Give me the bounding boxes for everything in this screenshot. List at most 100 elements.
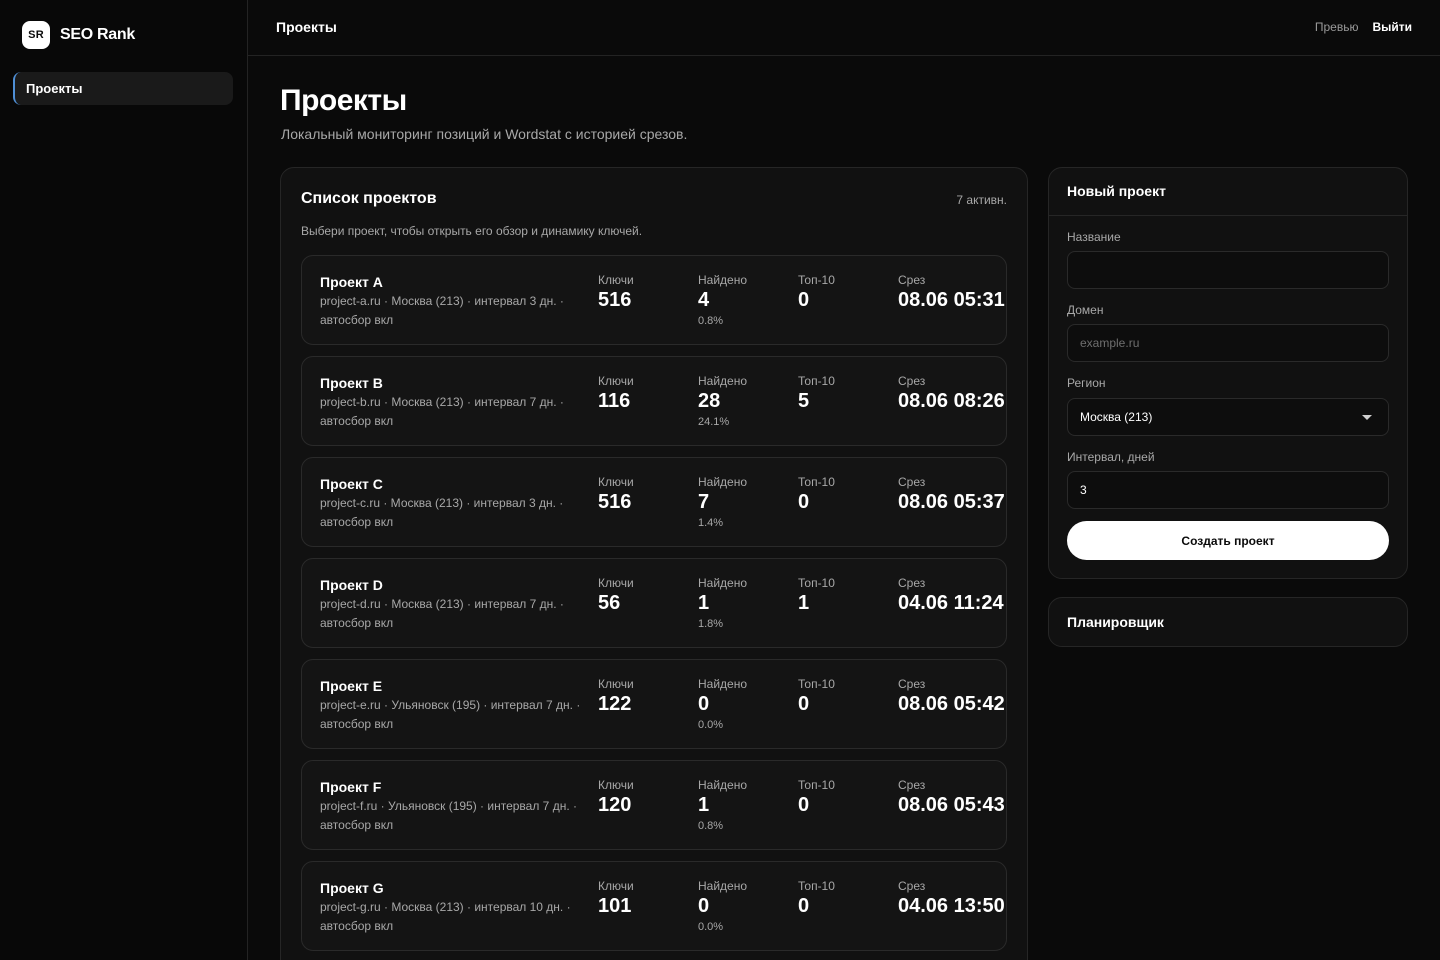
keys-value: 120 <box>598 794 632 816</box>
region-select[interactable]: Москва (213) <box>1067 398 1389 436</box>
found-percent: 0.8% <box>698 820 724 832</box>
keys-stat: Ключи 516 <box>598 475 634 514</box>
project-name: Проект E <box>320 678 383 694</box>
keys-value: 101 <box>598 895 632 917</box>
project-list: Проект A project-a.ru · Москва (213) · ин… <box>301 255 1007 960</box>
preview-link[interactable]: Превью <box>1315 20 1359 34</box>
found-label: Найдено <box>698 778 748 792</box>
brand[interactable]: SR SEO Rank <box>22 21 135 49</box>
project-card[interactable]: Проект C project-c.ru · Москва (213) · ин… <box>301 457 1007 547</box>
top10-stat: Топ-10 0 <box>798 273 835 312</box>
top10-value: 0 <box>798 289 810 311</box>
project-card[interactable]: Проект E project-e.ru · Ульяновск (195) ·… <box>301 659 1007 749</box>
top10-value: 5 <box>798 390 810 412</box>
found-stat: Найдено 1 1.8% <box>698 576 747 631</box>
top10-stat: Топ-10 0 <box>798 879 835 918</box>
top10-stat: Топ-10 0 <box>798 677 835 716</box>
project-meta: project-b.ru · Москва (213) · интервал 7… <box>320 395 564 428</box>
name-label: Название <box>1067 230 1121 244</box>
top10-label: Топ-10 <box>798 374 835 388</box>
keys-stat: Ключи 516 <box>598 273 634 312</box>
project-card[interactable]: Проект B project-b.ru · Москва (213) · ин… <box>301 356 1007 446</box>
project-card[interactable]: Проект A project-a.ru · Москва (213) · ин… <box>301 255 1007 345</box>
cut-label: Срез <box>898 677 926 691</box>
project-name: Проект F <box>320 779 382 795</box>
top10-stat: Топ-10 1 <box>798 576 835 615</box>
projects-panel: Список проектов 7 активн. Выбери проект,… <box>280 167 1028 960</box>
top10-stat: Топ-10 5 <box>798 374 835 413</box>
cut-label: Срез <box>898 273 926 287</box>
new-project-panel: Новый проект Название Домен Регион Москв… <box>1048 167 1408 579</box>
project-meta: project-c.ru · Москва (213) · интервал 3… <box>320 496 564 529</box>
found-stat: Найдено 7 1.4% <box>698 475 747 530</box>
cut-stat: Срез 08.06 08:26 <box>898 374 1005 413</box>
brand-name: SEO Rank <box>60 26 135 43</box>
cut-stat: Срез 08.06 05:31 <box>898 273 1005 312</box>
project-name: Проект C <box>320 476 383 492</box>
cut-value: 08.06 05:37 <box>898 491 1005 513</box>
cut-label: Срез <box>898 475 926 489</box>
found-value: 7 <box>698 491 710 513</box>
top10-label: Топ-10 <box>798 879 835 893</box>
top10-label: Топ-10 <box>798 273 835 287</box>
found-percent: 24.1% <box>698 416 730 428</box>
keys-label: Ключи <box>598 778 634 792</box>
found-stat: Найдено 0 0.0% <box>698 677 747 732</box>
project-meta: project-f.ru · Ульяновск (195) · интерва… <box>320 799 577 832</box>
project-meta: project-a.ru · Москва (213) · интервал 3… <box>320 294 564 327</box>
domain-field[interactable] <box>1067 324 1389 362</box>
found-value: 28 <box>698 390 721 412</box>
region-label: Регион <box>1067 376 1106 390</box>
found-percent: 0.0% <box>698 719 724 731</box>
keys-value: 516 <box>598 491 632 513</box>
project-meta: project-g.ru · Москва (213) · интервал 1… <box>320 900 571 933</box>
region-select-value: Москва (213) <box>1080 410 1153 424</box>
found-label: Найдено <box>698 576 748 590</box>
top10-value: 1 <box>798 592 810 614</box>
top10-stat: Топ-10 0 <box>798 778 835 817</box>
scheduler-panel[interactable]: Планировщик <box>1048 597 1408 647</box>
active-count: 7 активн. <box>956 193 1007 207</box>
keys-value: 116 <box>598 390 631 412</box>
name-field[interactable] <box>1067 251 1389 289</box>
projects-panel-title: Список проектов <box>301 190 437 207</box>
top10-stat: Топ-10 0 <box>798 475 835 514</box>
project-name: Проект B <box>320 375 383 391</box>
found-value: 1 <box>698 592 710 614</box>
keys-label: Ключи <box>598 879 634 893</box>
found-stat: Найдено 28 24.1% <box>698 374 747 429</box>
cut-value: 08.06 05:42 <box>898 693 1005 715</box>
found-label: Найдено <box>698 273 748 287</box>
project-card[interactable]: Проект F project-f.ru · Ульяновск (195) ·… <box>301 760 1007 850</box>
keys-label: Ключи <box>598 576 634 590</box>
sidebar-item-projects[interactable]: Проекты <box>13 72 233 105</box>
logout-link[interactable]: Выйти <box>1372 20 1412 34</box>
scheduler-title: Планировщик <box>1067 614 1164 630</box>
cut-label: Срез <box>898 576 926 590</box>
found-percent: 1.8% <box>698 618 724 630</box>
cut-stat: Срез 08.06 05:42 <box>898 677 1005 716</box>
project-name: Проект G <box>320 880 384 896</box>
create-project-button[interactable]: Создать проект <box>1067 521 1389 560</box>
found-value: 4 <box>698 289 710 311</box>
found-percent: 1.4% <box>698 517 724 529</box>
projects-hint: Выбери проект, чтобы открыть его обзор и… <box>301 224 643 238</box>
project-name: Проект A <box>320 274 383 290</box>
sidebar: SR SEO Rank Проекты <box>0 0 248 960</box>
page-subtitle: Локальный мониторинг позиций и Wordstat … <box>281 126 688 142</box>
topbar: Проекты Превью Выйти <box>248 0 1440 56</box>
project-card[interactable]: Проект G project-g.ru · Москва (213) · ин… <box>301 861 1007 951</box>
cut-label: Срез <box>898 879 926 893</box>
cut-value: 08.06 05:43 <box>898 794 1005 816</box>
chevron-down-icon <box>1362 414 1372 420</box>
keys-value: 122 <box>598 693 632 715</box>
project-card[interactable]: Проект D project-d.ru · Москва (213) · ин… <box>301 558 1007 648</box>
cut-stat: Срез 08.06 05:37 <box>898 475 1005 514</box>
project-meta: project-e.ru · Ульяновск (195) · интерва… <box>320 698 581 731</box>
interval-field[interactable] <box>1067 471 1389 509</box>
top10-value: 0 <box>798 693 810 715</box>
keys-stat: Ключи 101 <box>598 879 634 918</box>
top10-label: Топ-10 <box>798 677 835 691</box>
cut-label: Срез <box>898 778 926 792</box>
cut-value: 08.06 05:31 <box>898 289 1005 311</box>
